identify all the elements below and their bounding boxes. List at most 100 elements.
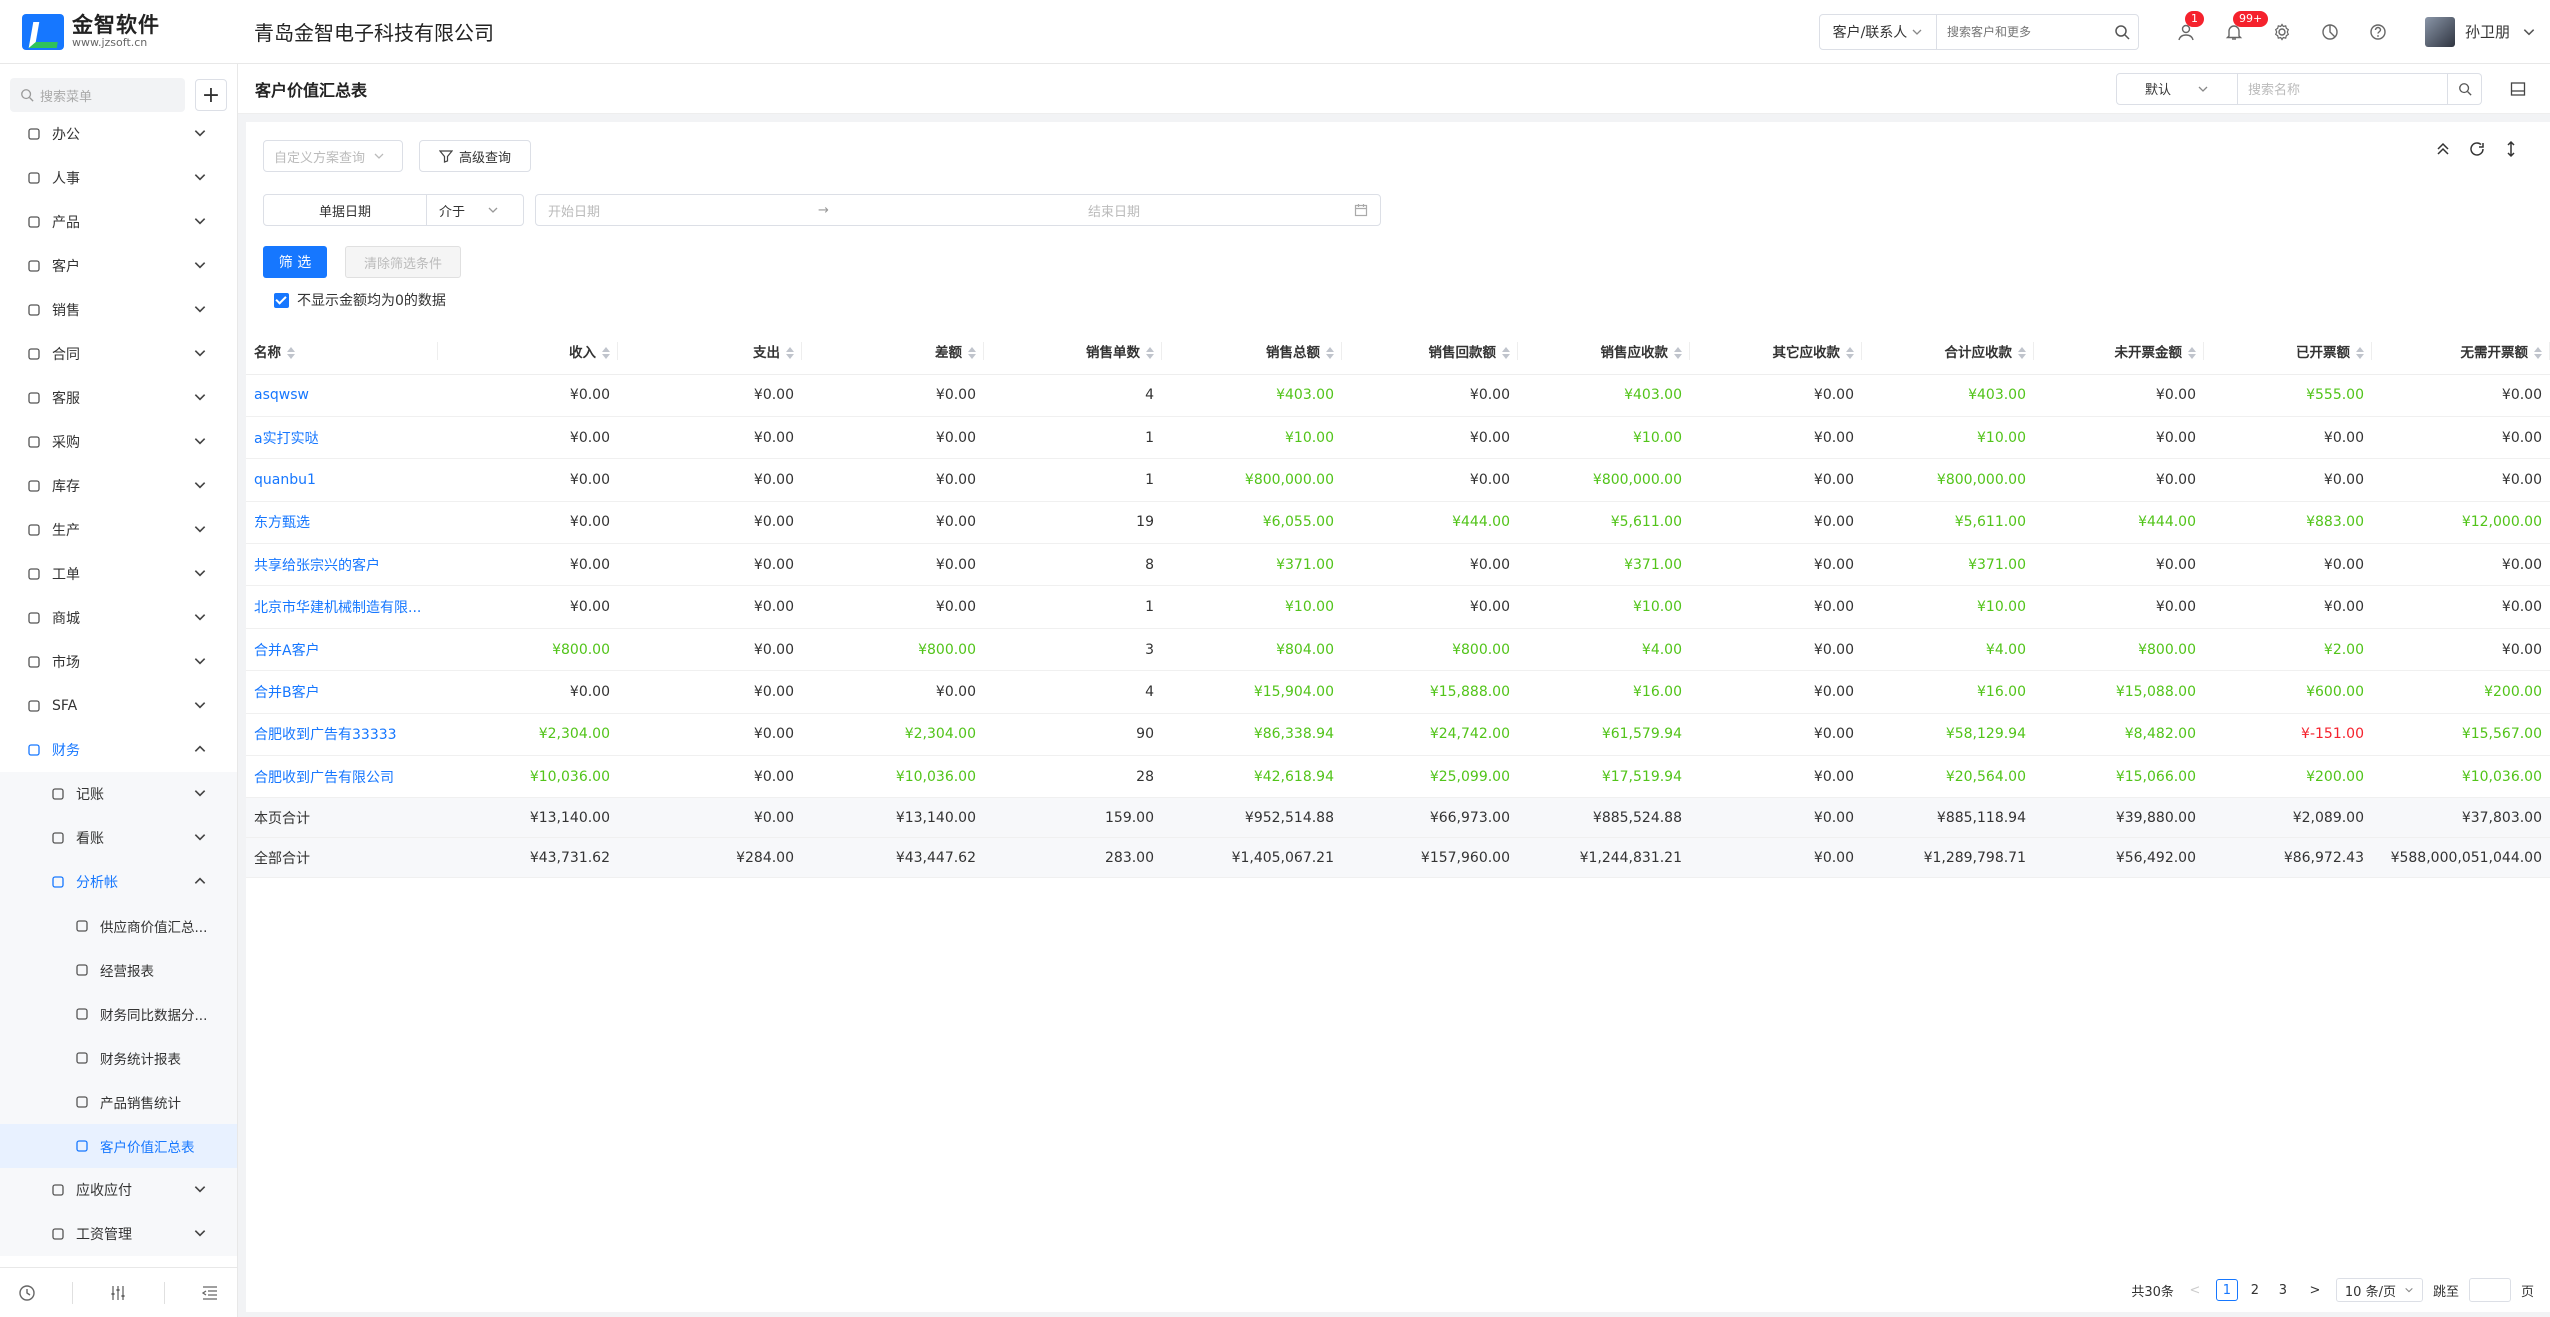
finance-sub-item-2[interactable]: 分析帐 [0, 860, 237, 904]
sidebar-item-0[interactable]: 办公 [0, 112, 237, 156]
column-header-0[interactable]: 名称 [246, 328, 438, 375]
table-row[interactable]: 东方甄选 ¥0.00 ¥0.00 ¥0.00 19 ¥6,055.00 ¥444.00 ¥5,… [246, 501, 2550, 545]
page-number-button[interactable]: 1 [2215, 1279, 2238, 1301]
search-type-select[interactable]: 客户/联系人 [1820, 14, 1937, 49]
sidebar-item-14[interactable]: 财务 [0, 728, 237, 772]
sidebar-item-10[interactable]: 工单 [0, 552, 237, 596]
customer-name-link[interactable]: 合肥收到广告有33333 [246, 713, 438, 757]
column-header-4[interactable]: 销售单数 [984, 328, 1162, 375]
column-header-8[interactable]: 其它应收款 [1690, 328, 1862, 375]
finance-sub-item-0[interactable]: 记账 [0, 772, 237, 816]
table-row[interactable]: asqwsw ¥0.00 ¥0.00 ¥0.00 4 ¥403.00 ¥0.00 ¥403.0… [246, 374, 2550, 417]
column-header-9[interactable]: 合计应收款 [1862, 328, 2034, 375]
table-row[interactable]: 合肥收到广告有限公司 ¥10,036.00 ¥0.00 ¥10,036.00 28 ¥42… [246, 755, 2550, 799]
logo[interactable]: 金智软件 www.jzsoft.cn [0, 0, 238, 64]
settings-button[interactable] [2271, 21, 2293, 43]
sort-icon[interactable] [786, 346, 794, 359]
date-field-select[interactable]: 单据日期 [263, 194, 427, 226]
menu-search-input[interactable]: 搜索菜单 [10, 78, 185, 112]
table-row[interactable]: a实打实哒 ¥0.00 ¥0.00 ¥0.00 1 ¥10.00 ¥0.00 ¥10.00 ¥0… [246, 416, 2550, 460]
table-row[interactable]: quanbu1 ¥0.00 ¥0.00 ¥0.00 1 ¥800,000.00 ¥0.00 ¥… [246, 458, 2550, 502]
scheme-select[interactable]: 自定义方案查询 [263, 140, 403, 172]
customer-name-link[interactable]: 共享给张宗兴的客户 [246, 543, 438, 587]
theme-button[interactable] [2319, 21, 2341, 43]
sidebar-item-7[interactable]: 采购 [0, 420, 237, 464]
column-header-6[interactable]: 销售回款额 [1342, 328, 1518, 375]
table-row[interactable]: 合并B客户 ¥0.00 ¥0.00 ¥0.00 4 ¥15,904.00 ¥15,888.0… [246, 670, 2550, 714]
sort-icon[interactable] [1146, 346, 1154, 359]
page-size-select[interactable]: 10 条/页 [2335, 1278, 2423, 1302]
user-menu[interactable]: 孙卫朋 [2424, 16, 2536, 47]
table-row[interactable]: 合并A客户 ¥800.00 ¥0.00 ¥800.00 3 ¥804.00 ¥800.00 ¥… [246, 628, 2550, 672]
table-row[interactable]: 合肥收到广告有33333 ¥2,304.00 ¥0.00 ¥2,304.00 90 ¥86… [246, 713, 2550, 757]
sidebar-item-4[interactable]: 销售 [0, 288, 237, 332]
sort-icon[interactable] [1502, 346, 1510, 359]
column-height-icon[interactable] [2502, 140, 2520, 158]
sidebar-item-9[interactable]: 生产 [0, 508, 237, 552]
operator-select[interactable]: 介于 [426, 194, 524, 226]
help-button[interactable] [2367, 21, 2389, 43]
collapse-menu-icon[interactable] [201, 1284, 219, 1302]
sidebar-item-3[interactable]: 客户 [0, 244, 237, 288]
sort-icon[interactable] [1674, 346, 1682, 359]
column-header-7[interactable]: 销售应收款 [1518, 328, 1690, 375]
sidebar-item-11[interactable]: 商城 [0, 596, 237, 640]
customer-name-link[interactable]: quanbu1 [246, 458, 438, 502]
layout-toggle-icon[interactable] [2510, 81, 2526, 97]
sidebar-item-8[interactable]: 库存 [0, 464, 237, 508]
sidebar-item-6[interactable]: 客服 [0, 376, 237, 420]
global-search-input[interactable] [1936, 14, 2107, 49]
finance-sub-item-1[interactable]: 看账 [0, 816, 237, 860]
sidebar-item-5[interactable]: 合同 [0, 332, 237, 376]
table-row[interactable]: 共享给张宗兴的客户 ¥0.00 ¥0.00 ¥0.00 8 ¥371.00 ¥0.00 ¥37… [246, 543, 2550, 587]
sort-icon[interactable] [287, 346, 295, 359]
customer-name-link[interactable]: 东方甄选 [246, 501, 438, 545]
analysis-item-0[interactable]: 供应商价值汇总... [0, 904, 237, 948]
advanced-query-button[interactable]: 高级查询 [419, 140, 531, 172]
analysis-item-3[interactable]: 财务统计报表 [0, 1036, 237, 1080]
sort-icon[interactable] [602, 346, 610, 359]
notifications-button[interactable]: 99+ [2223, 10, 2269, 43]
sort-icon[interactable] [2188, 346, 2196, 359]
name-search-button[interactable] [2448, 72, 2482, 105]
customer-name-link[interactable]: asqwsw [246, 374, 438, 417]
sort-icon[interactable] [1326, 346, 1334, 359]
clear-filter-button[interactable]: 清除筛选条件 [345, 246, 461, 278]
sort-icon[interactable] [968, 346, 976, 359]
column-header-11[interactable]: 已开票额 [2204, 328, 2372, 375]
analysis-item-1[interactable]: 经营报表 [0, 948, 237, 992]
customer-name-link[interactable]: 合并A客户 [246, 628, 438, 672]
table-row[interactable]: 北京市华建机械制造有限... ¥0.00 ¥0.00 ¥0.00 1 ¥10.00 ¥0.0… [246, 585, 2550, 629]
page-number-button[interactable]: 2 [2244, 1279, 2266, 1301]
column-header-3[interactable]: 差额 [802, 328, 984, 375]
add-menu-button[interactable]: + [195, 79, 227, 111]
history-icon[interactable] [18, 1284, 36, 1302]
column-header-2[interactable]: 支出 [618, 328, 802, 375]
name-search-input[interactable]: 搜索名称 [2238, 72, 2448, 105]
finance-sub2-item-1[interactable]: 工资管理 [0, 1212, 237, 1256]
search-button[interactable] [2107, 24, 2138, 40]
sort-icon[interactable] [2534, 346, 2542, 359]
view-select[interactable]: 默认 [2116, 72, 2238, 105]
sort-icon[interactable] [2018, 346, 2026, 359]
column-header-12[interactable]: 无需开票额 [2372, 328, 2550, 375]
column-header-10[interactable]: 未开票金额 [2034, 328, 2204, 375]
sidebar-item-1[interactable]: 人事 [0, 156, 237, 200]
column-header-1[interactable]: 收入 [438, 328, 618, 375]
sidebar-item-13[interactable]: SFA [0, 684, 237, 728]
sidebar-item-12[interactable]: 市场 [0, 640, 237, 684]
jump-page-input[interactable] [2468, 1278, 2511, 1302]
analysis-item-2[interactable]: 财务同比数据分... [0, 992, 237, 1036]
customer-name-link[interactable]: 合肥收到广告有限公司 [246, 755, 438, 799]
hide-zero-checkbox[interactable]: 不显示金额均为0的数据 [274, 290, 446, 310]
customer-name-link[interactable]: 合并B客户 [246, 670, 438, 714]
customer-name-link[interactable]: 北京市华建机械制造有限... [246, 585, 438, 629]
analysis-item-5[interactable]: 客户价值汇总表 [0, 1124, 237, 1168]
prev-page-button[interactable]: < [2184, 1279, 2206, 1301]
analysis-item-4[interactable]: 产品销售统计 [0, 1080, 237, 1124]
finance-sub2-item-0[interactable]: 应收应付 [0, 1168, 237, 1212]
date-range-picker[interactable]: 开始日期 → 结束日期 [535, 194, 1381, 226]
sort-icon[interactable] [2356, 346, 2364, 359]
tasks-button[interactable]: 1 [2175, 10, 2204, 43]
customer-name-link[interactable]: a实打实哒 [246, 416, 438, 460]
